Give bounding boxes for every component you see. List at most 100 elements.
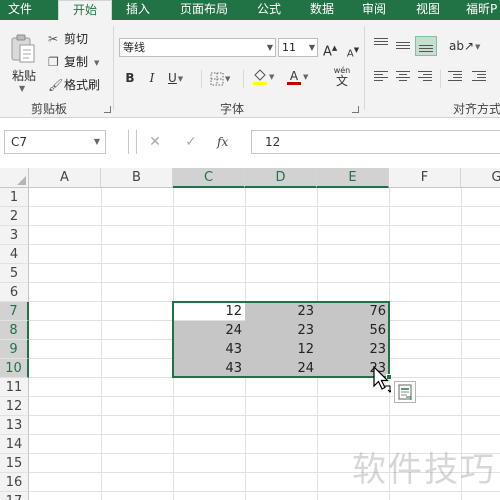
row-header-9[interactable]: 9 bbox=[0, 340, 29, 359]
column-header-E[interactable]: E bbox=[317, 168, 389, 188]
column-header-A[interactable]: A bbox=[29, 168, 101, 188]
row-header-6[interactable]: 6 bbox=[0, 283, 29, 302]
align-bottom-button[interactable] bbox=[415, 36, 437, 56]
align-left-icon[interactable] bbox=[374, 71, 388, 83]
quick-analysis-button[interactable] bbox=[394, 381, 416, 403]
ribbon-home: 粘贴 ▼ ✂ 剪切 ❐ 复制 ▼ 🖌格式刷 剪贴板 等线 ▼ 11 ▼ A▲ A▼ B… bbox=[0, 20, 500, 118]
bold-button[interactable]: B bbox=[124, 69, 136, 87]
shrink-font-button[interactable]: A▼ bbox=[346, 41, 360, 59]
row-header-11[interactable]: 11 bbox=[0, 378, 29, 397]
tab-view[interactable]: 视图 bbox=[416, 0, 440, 20]
column-header-B[interactable]: B bbox=[101, 168, 173, 188]
format-painter-label: 格式刷 bbox=[64, 78, 101, 92]
column-header-C[interactable]: C bbox=[173, 168, 245, 188]
cell-D10[interactable]: 24 bbox=[245, 359, 317, 378]
orientation-button[interactable]: ab↗▼ bbox=[449, 37, 481, 55]
paste-dropdown-caret[interactable]: ▼ bbox=[19, 84, 25, 93]
cell-D7[interactable]: 23 bbox=[245, 302, 317, 321]
copy-icon: ❐ bbox=[48, 55, 59, 69]
font-dialog-launcher[interactable] bbox=[352, 106, 359, 113]
select-all-button[interactable] bbox=[0, 168, 29, 188]
row-header-3[interactable]: 3 bbox=[0, 226, 29, 245]
fx-icon[interactable]: fx bbox=[217, 130, 228, 154]
formula-bar-separator bbox=[128, 130, 129, 154]
row-header-13[interactable]: 13 bbox=[0, 416, 29, 435]
cut-button[interactable]: ✂ 剪切 bbox=[48, 30, 88, 48]
underline-button[interactable]: U▼ bbox=[168, 69, 194, 87]
cell-C7[interactable]: 12 bbox=[173, 302, 245, 321]
cell-D9[interactable]: 12 bbox=[245, 340, 317, 359]
tab-home[interactable]: 开始 bbox=[58, 0, 112, 20]
grow-font-button[interactable]: A▲ bbox=[323, 39, 337, 59]
formula-bar-separator bbox=[136, 130, 137, 154]
column-header-G[interactable]: G bbox=[461, 168, 500, 188]
italic-button[interactable]: I bbox=[146, 69, 158, 87]
font-group-label: 字体 bbox=[220, 102, 245, 116]
column-header-D[interactable]: D bbox=[245, 168, 317, 188]
row-header-16[interactable]: 16 bbox=[0, 473, 29, 492]
fill-color-dropdown-icon: ▼ bbox=[269, 72, 275, 81]
tab-data[interactable]: 数据 bbox=[310, 0, 334, 20]
borders-button[interactable]: ▼ bbox=[210, 69, 236, 87]
row-header-4[interactable]: 4 bbox=[0, 245, 29, 264]
name-box[interactable]: C7 ▼ bbox=[4, 130, 106, 154]
cell-E9[interactable]: 23 bbox=[317, 340, 389, 359]
font-color-button[interactable]: A ▼ bbox=[286, 67, 314, 85]
gridline bbox=[29, 396, 500, 397]
font-size-dropdown-icon: ▼ bbox=[308, 43, 315, 52]
copy-button[interactable]: ❐ 复制 ▼ bbox=[48, 53, 99, 71]
increase-indent-icon[interactable] bbox=[472, 71, 486, 83]
gridline bbox=[29, 434, 500, 435]
enter-icon[interactable]: ✓ bbox=[180, 130, 202, 154]
orientation-dropdown-icon: ▼ bbox=[475, 42, 481, 51]
borders-dropdown-icon: ▼ bbox=[225, 74, 231, 83]
cell-C8[interactable]: 24 bbox=[173, 321, 245, 340]
cell-E8[interactable]: 56 bbox=[317, 321, 389, 340]
formula-input[interactable]: 12 bbox=[251, 130, 500, 154]
cancel-icon[interactable]: ✕ bbox=[144, 130, 166, 154]
gridline bbox=[29, 491, 500, 492]
font-size-select[interactable]: 11 ▼ bbox=[278, 38, 318, 57]
tab-formulas[interactable]: 公式 bbox=[257, 0, 281, 20]
tab-review[interactable]: 审阅 bbox=[362, 0, 386, 20]
formula-bar: C7 ▼ ✕ ✓ fx 12 bbox=[0, 118, 500, 168]
gridline bbox=[29, 225, 500, 226]
align-center-icon[interactable] bbox=[396, 71, 410, 83]
border-icon bbox=[210, 72, 224, 85]
underline-label: U bbox=[168, 71, 177, 85]
row-header-1[interactable]: 1 bbox=[0, 188, 29, 207]
paint-bucket-icon bbox=[253, 68, 267, 85]
paste-icon[interactable] bbox=[9, 34, 37, 64]
row-header-12[interactable]: 12 bbox=[0, 397, 29, 416]
tab-page-layout[interactable]: 页面布局 bbox=[180, 0, 228, 20]
align-middle-icon[interactable] bbox=[396, 42, 410, 51]
phonetic-guide-button[interactable]: wén 文 bbox=[330, 65, 354, 91]
alignment-group-label: 对齐方式 bbox=[453, 102, 500, 116]
decrease-indent-icon[interactable] bbox=[448, 71, 462, 83]
row-header-15[interactable]: 15 bbox=[0, 454, 29, 473]
fill-color-button[interactable]: ▼ bbox=[252, 67, 278, 85]
row-header-14[interactable]: 14 bbox=[0, 435, 29, 454]
clipboard-dialog-launcher[interactable] bbox=[104, 106, 111, 113]
tab-file[interactable]: 文件 bbox=[8, 0, 32, 20]
row-header-17[interactable]: 17 bbox=[0, 492, 29, 500]
row-header-8[interactable]: 8 bbox=[0, 321, 29, 340]
cell-C9[interactable]: 43 bbox=[173, 340, 245, 359]
tab-foxit[interactable]: 福昕P bbox=[466, 0, 497, 20]
font-name-select[interactable]: 等线 ▼ bbox=[119, 38, 276, 57]
align-top-icon[interactable] bbox=[374, 38, 388, 47]
format-painter-button[interactable]: 🖌格式刷 bbox=[48, 76, 100, 94]
row-header-10[interactable]: 10 bbox=[0, 359, 29, 378]
row-header-5[interactable]: 5 bbox=[0, 264, 29, 283]
cell-C10[interactable]: 43 bbox=[173, 359, 245, 378]
row-header-2[interactable]: 2 bbox=[0, 207, 29, 226]
copy-dropdown-caret[interactable]: ▼ bbox=[94, 59, 99, 67]
tab-insert[interactable]: 插入 bbox=[126, 0, 150, 20]
row-header-7[interactable]: 7 bbox=[0, 302, 29, 321]
cell-E7[interactable]: 76 bbox=[317, 302, 389, 321]
paste-button-label[interactable]: 粘贴 bbox=[12, 67, 36, 84]
cell-D8[interactable]: 23 bbox=[245, 321, 317, 340]
align-bottom-icon bbox=[419, 45, 433, 54]
column-header-F[interactable]: F bbox=[389, 168, 461, 188]
align-right-icon[interactable] bbox=[418, 71, 432, 83]
